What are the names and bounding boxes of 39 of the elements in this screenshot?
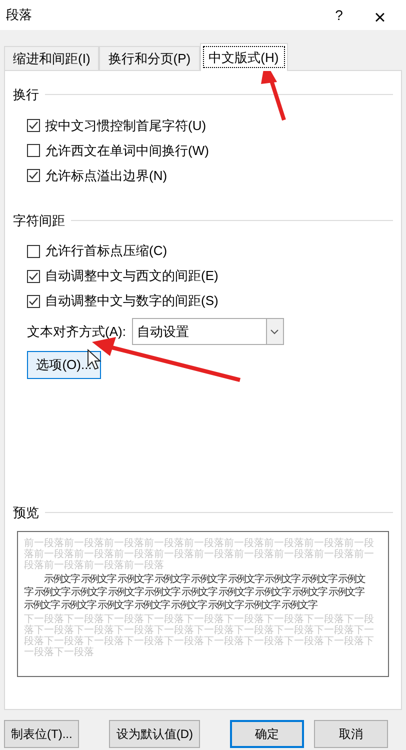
checkbox[interactable]: [27, 119, 40, 132]
previous-paragraph: 前一段落前一段落前一段落前一段落前一段落前一段落前一段落前一段落前一段落前一段落前一段落前一段落前一段落前一段落前一段落前一段落前一段落前一段落前一段落前一段落前一段落: [24, 538, 375, 570]
checkbox-label: 允许标点溢出边界(N): [45, 166, 168, 185]
check-icon: [28, 296, 39, 306]
checkbox-label: 自动调整中文与数字的间距(S): [45, 292, 218, 310]
section-title: 字符间距: [13, 212, 65, 230]
tab[interactable]: 中文版式(H): [200, 43, 288, 71]
dialog-button[interactable]: 设为默认值(D): [109, 720, 200, 748]
tab[interactable]: 缩进和间距(I): [4, 46, 100, 70]
checkbox[interactable]: [27, 169, 40, 182]
alignment-dropdown[interactable]: 自动设置: [132, 318, 284, 345]
window-title: 段落: [6, 6, 32, 24]
tab[interactable]: 换行和分页(P): [99, 46, 200, 70]
checkbox-label: 按中文习惯控制首尾字符(U): [45, 116, 206, 135]
sample-text: 示例文字 示例文字 示例文字 示例文字 示例文字 示例文字 示例文字 示例文字 示例文: [43, 572, 366, 586]
close-button[interactable]: ×: [360, 3, 400, 27]
checkbox[interactable]: [27, 270, 40, 282]
check-icon: [28, 270, 39, 282]
checkbox[interactable]: [27, 244, 40, 258]
options-button[interactable]: 选项(O)...: [27, 351, 101, 379]
dialog-button[interactable]: 制表位(T)...: [4, 720, 80, 748]
dialog-button[interactable]: 确定: [230, 720, 304, 748]
sample-text: 字 示例文字 示例文字 示例文字 示例文字 示例文字 示例文字 示例文字 示例文字 示例文字: [24, 586, 366, 598]
checkbox-label: 允许行首标点压缩(C): [45, 242, 168, 260]
dropdown-value: 自动设置: [136, 322, 190, 341]
help-button[interactable]: ?: [324, 3, 354, 27]
check-icon: [28, 170, 39, 181]
dialog-button[interactable]: 取消: [314, 720, 388, 748]
alignment-label: 文本对齐方式(A):: [27, 322, 126, 341]
checkbox[interactable]: [27, 144, 40, 157]
check-icon: [28, 120, 39, 131]
checkbox-label: 自动调整中文与西文的间距(E): [45, 267, 218, 286]
checkbox[interactable]: [27, 294, 40, 308]
checkbox-label: 允许西文在单词中间换行(W): [45, 142, 209, 160]
chevron-down-icon: [266, 319, 283, 344]
section-title: 换行: [13, 86, 39, 104]
next-paragraph: 下一段落下一段落下一段落下一段落下一段落下一段落下一段落下一段落下一段落下一段落下一段落下一段落下一段落下一段落下一段落下一段落下一段落下一段落下一段落下一段落下一段落下一段落下一段落下一段落下一段落下一段落下一段落下一段落: [24, 614, 375, 658]
sample-text: 示例文字 示例文字 示例文字 示例文字 示例文字 示例文字 示例文字 示例文字: [24, 598, 318, 612]
section-title: 预览: [13, 504, 39, 522]
